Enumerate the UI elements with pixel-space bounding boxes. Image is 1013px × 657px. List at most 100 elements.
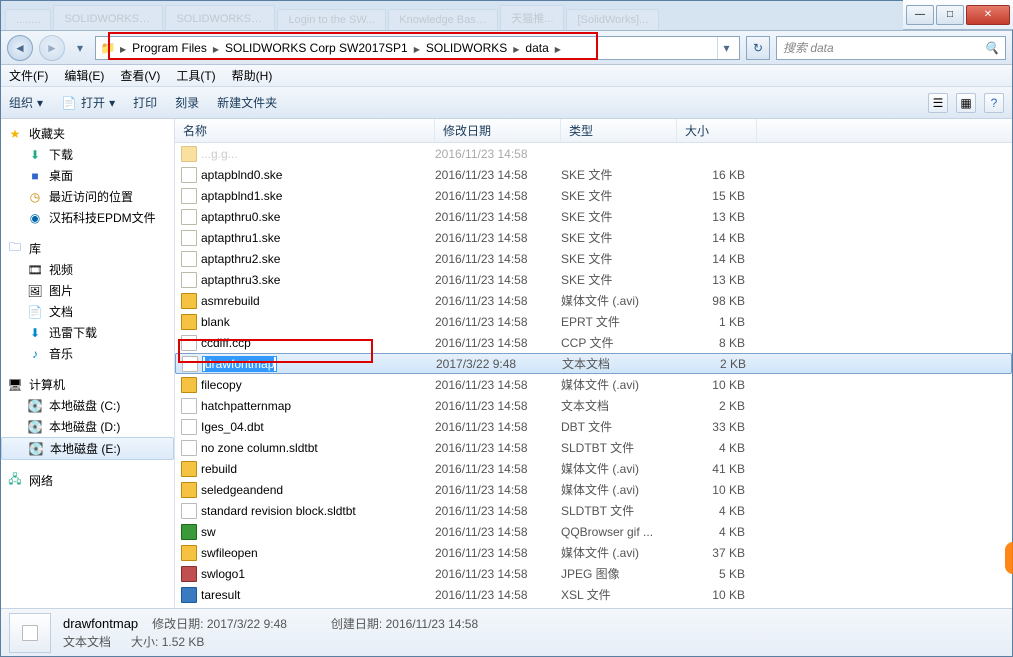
breadcrumb-part[interactable]: SOLIDWORKS Corp SW2017SP1 [223,37,410,59]
breadcrumb-part[interactable]: Program Files [130,37,209,59]
preview-pane-button[interactable]: ▦ [956,93,976,113]
tab[interactable]: SOLIDWORKS推... [53,5,163,30]
new-folder-button[interactable]: 新建文件夹 [217,94,277,111]
chevron-right-icon[interactable] [509,41,523,55]
details-created-label: 创建日期: [331,617,382,631]
tab[interactable]: Login to the SW... [277,9,386,30]
file-icon [181,293,197,309]
drive-icon: 💽 [28,441,44,457]
minimize-button[interactable]: — [906,5,934,25]
rename-input[interactable]: drawfontmap [202,356,277,372]
table-row[interactable]: aptapthru2.ske2016/11/23 14:58SKE 文件14 K… [175,248,1012,269]
file-thumbnail [9,613,51,653]
breadcrumb-part[interactable]: data [523,37,550,59]
sidebar-libraries[interactable]: 🗀库 [1,238,174,259]
file-icon [181,272,197,288]
file-rows[interactable]: ...g.g...2016/11/23 14:58aptapblnd0.ske2… [175,143,1012,608]
col-type[interactable]: 类型 [561,119,677,142]
chevron-right-icon[interactable] [551,41,565,55]
sidebar-network[interactable]: 🖧网络 [1,470,174,491]
refresh-button[interactable]: ↻ [746,36,770,60]
menu-view[interactable]: 查看(V) [120,67,160,84]
close-button[interactable]: ✕ [966,5,1010,25]
address-dropdown[interactable]: ▾ [717,37,735,59]
table-row[interactable]: aptapthru0.ske2016/11/23 14:58SKE 文件13 K… [175,206,1012,227]
recent-icon: ◷ [27,189,43,205]
menu-bar: 文件(F) 编辑(E) 查看(V) 工具(T) 帮助(H) [1,65,1012,87]
tab[interactable]: SOLIDWORKS推 (... [165,5,275,30]
table-row[interactable]: sw2016/11/23 14:58QQBrowser gif ...4 KB [175,521,1012,542]
picture-icon: 🖼 [27,283,43,299]
table-row[interactable]: asmrebuild2016/11/23 14:58媒体文件 (.avi)98 … [175,290,1012,311]
table-row[interactable]: blank2016/11/23 14:58EPRT 文件1 KB [175,311,1012,332]
table-row[interactable]: aptapblnd0.ske2016/11/23 14:58SKE 文件16 K… [175,164,1012,185]
sidebar-item-epdm[interactable]: ◉汉拓科技EPDM文件 [1,207,174,228]
sidebar-item-drive-d[interactable]: 💽本地磁盘 (D:) [1,416,174,437]
chevron-right-icon[interactable] [410,41,424,55]
table-row[interactable]: drawfontmap2017/3/22 9:48文本文档2 KB [175,353,1012,374]
sidebar-item-videos[interactable]: 🎞视频 [1,259,174,280]
open-button[interactable]: 📄打开 ▾ [61,94,115,111]
organize-button[interactable]: 组织 ▾ [9,94,43,111]
history-dropdown[interactable]: ▾ [71,37,89,59]
table-row[interactable]: aptapthru1.ske2016/11/23 14:58SKE 文件14 K… [175,227,1012,248]
table-row[interactable]: ccdiff.ccp2016/11/23 14:58CCP 文件8 KB [175,332,1012,353]
breadcrumb-part[interactable]: SOLIDWORKS [424,37,509,59]
side-widget-icon[interactable] [1005,542,1013,574]
details-type: 文本文档 [63,633,111,650]
tab[interactable]: Knowledge Base... [388,9,498,30]
file-icon [181,251,197,267]
table-row[interactable]: aptapblnd1.ske2016/11/23 14:58SKE 文件15 K… [175,185,1012,206]
table-row[interactable]: no zone column.sldtbt2016/11/23 14:58SLD… [175,437,1012,458]
menu-tools[interactable]: 工具(T) [176,67,215,84]
sidebar-item-music[interactable]: ♪音乐 [1,343,174,364]
menu-help[interactable]: 帮助(H) [232,67,273,84]
menu-edit[interactable]: 编辑(E) [64,67,104,84]
maximize-button[interactable]: □ [936,5,964,25]
file-icon [181,524,197,540]
col-date[interactable]: 修改日期 [435,119,561,142]
file-list-pane: 名称 修改日期 类型 大小 ...g.g...2016/11/23 14:58a… [175,119,1012,608]
forward-button[interactable]: ► [39,35,65,61]
sidebar-item-recent[interactable]: ◷最近访问的位置 [1,186,174,207]
file-icon [181,314,197,330]
table-row[interactable]: hatchpatternmap2016/11/23 14:58文本文档2 KB [175,395,1012,416]
table-row[interactable]: aptapthru3.ske2016/11/23 14:58SKE 文件13 K… [175,269,1012,290]
sidebar-item-desktop[interactable]: ■桌面 [1,165,174,186]
tab[interactable]: ........ [5,9,51,30]
sidebar-item-documents[interactable]: 📄文档 [1,301,174,322]
print-button[interactable]: 打印 [133,94,157,111]
help-button[interactable]: ? [984,93,1004,113]
address-bar[interactable]: 📁 Program Files SOLIDWORKS Corp SW2017SP… [95,36,740,60]
sidebar-computer[interactable]: 🖥计算机 [1,374,174,395]
table-row[interactable]: seledgeandend2016/11/23 14:58媒体文件 (.avi)… [175,479,1012,500]
chevron-right-icon[interactable] [116,41,130,55]
sidebar-item-xunlei[interactable]: ⬇迅雷下载 [1,322,174,343]
col-name[interactable]: 名称 [175,119,435,142]
table-row[interactable]: filecopy2016/11/23 14:58媒体文件 (.avi)10 KB [175,374,1012,395]
table-row[interactable]: standard revision block.sldtbt2016/11/23… [175,500,1012,521]
table-row[interactable]: taresult2016/11/23 14:58XSL 文件10 KB [175,584,1012,605]
sidebar-item-downloads[interactable]: ⬇下载 [1,144,174,165]
file-icon [181,503,197,519]
tab[interactable]: 天猫推... [500,5,564,30]
table-row[interactable]: swlogo12016/11/23 14:58JPEG 图像5 KB [175,563,1012,584]
col-size[interactable]: 大小 [677,119,757,142]
sidebar-item-pictures[interactable]: 🖼图片 [1,280,174,301]
drive-icon: 💽 [27,398,43,414]
view-mode-button[interactable]: ☰ [928,93,948,113]
search-input[interactable]: 搜索 data 🔍 [776,36,1006,60]
tab[interactable]: [SolidWorks]... [566,9,659,30]
table-row[interactable]: swfileopen2016/11/23 14:58媒体文件 (.avi)37 … [175,542,1012,563]
sidebar-item-drive-e[interactable]: 💽本地磁盘 (E:) [1,437,174,460]
details-filename: drawfontmap [63,616,138,631]
burn-button[interactable]: 刻录 [175,94,199,111]
sidebar-item-drive-c[interactable]: 💽本地磁盘 (C:) [1,395,174,416]
table-row[interactable]: rebuild2016/11/23 14:58媒体文件 (.avi)41 KB [175,458,1012,479]
menu-file[interactable]: 文件(F) [9,67,48,84]
window-controls: — □ ✕ [903,0,1013,30]
chevron-right-icon[interactable] [209,41,223,55]
table-row[interactable]: Iges_04.dbt2016/11/23 14:58DBT 文件33 KB [175,416,1012,437]
sidebar-favorites[interactable]: ★收藏夹 [1,123,174,144]
back-button[interactable]: ◄ [7,35,33,61]
